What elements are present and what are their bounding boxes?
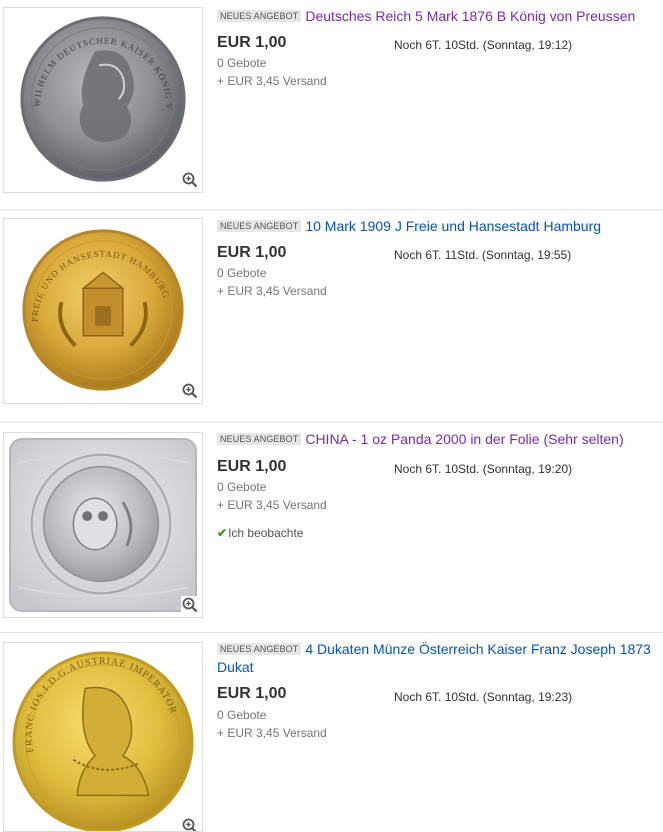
shipping-cost: + EUR 3,45 Versand [217,726,327,740]
list-item: WILHELM DEUTSCHER KAISER KÖNIG V. PREUSS… [0,0,663,210]
watch-status[interactable]: ✔Ich beobachte [217,526,303,540]
coin-image [9,437,197,613]
item-title-line: NEUES ANGEBOT Deutsches Reich 5 Mark 1876… [217,7,657,25]
shipping-cost: + EUR 3,45 Versand [217,74,327,88]
check-icon: ✔ [217,526,228,540]
bid-count: 0 Gebote [217,266,267,280]
item-title-line: NEUES ANGEBOT 10 Mark 1909 J Freie und Ha… [217,217,657,235]
zoom-in-icon[interactable] [181,171,199,189]
bid-count: 0 Gebote [217,708,267,722]
item-title-line: NEUES ANGEBOT CHINA - 1 oz Panda 2000 in … [217,430,657,448]
item-price: EUR 1,00 [217,34,287,51]
time-left: Noch 6T. 10Std. (Sonntag, 19:12) [394,38,573,52]
coin-image: FRANC.IOS.I.D.G.AUSTRIAE IMPERATOR [12,651,194,831]
item-image[interactable]: FRANC.IOS.I.D.G.AUSTRIAE IMPERATOR [3,642,203,832]
new-listing-badge: NEUES ANGEBOT [217,643,302,655]
coin-image: WILHELM DEUTSCHER KAISER KÖNIG V. PREUSS… [4,8,186,182]
item-image[interactable]: FREIE UND HANSESTADT HAMBURG [3,218,203,404]
time-left: Noch 6T. 11Std. (Sonntag, 19:55) [394,248,572,262]
list-item: FREIE UND HANSESTADT HAMBURG NEUES ANGEB… [0,210,663,423]
time-left: Noch 6T. 10Std. (Sonntag, 19:23) [394,690,573,704]
item-title-line: NEUES ANGEBOT 4 Dukaten Münze Österreich … [217,640,657,676]
watch-label: Ich beobachte [228,526,304,540]
item-price: EUR 1,00 [217,685,287,702]
zoom-in-icon[interactable] [181,596,199,614]
item-title-link[interactable]: Deutsches Reich 5 Mark 1876 B König von … [305,8,635,24]
bid-count: 0 Gebote [217,480,267,494]
item-price: EUR 1,00 [217,244,287,261]
new-listing-badge: NEUES ANGEBOT [217,433,302,445]
item-image[interactable] [3,432,203,618]
zoom-in-icon[interactable] [181,382,199,400]
bid-count: 0 Gebote [217,56,267,70]
list-item: FRANC.IOS.I.D.G.AUSTRIAE IMPERATOR NEUES… [0,633,663,832]
item-title-link[interactable]: 10 Mark 1909 J Freie und Hansestadt Hamb… [305,218,601,234]
list-item: NEUES ANGEBOT CHINA - 1 oz Panda 2000 in … [0,423,663,633]
zoom-in-icon[interactable] [181,817,199,831]
shipping-cost: + EUR 3,45 Versand [217,498,327,512]
item-image[interactable]: WILHELM DEUTSCHER KAISER KÖNIG V. PREUSS… [3,7,203,193]
item-title-link[interactable]: CHINA - 1 oz Panda 2000 in der Folie (Se… [305,431,623,447]
time-left: Noch 6T. 10Std. (Sonntag, 19:20) [394,462,573,476]
shipping-cost: + EUR 3,45 Versand [217,284,327,298]
new-listing-badge: NEUES ANGEBOT [217,220,302,232]
item-price: EUR 1,00 [217,458,287,475]
coin-image: FREIE UND HANSESTADT HAMBURG [22,229,184,391]
new-listing-badge: NEUES ANGEBOT [217,10,302,22]
